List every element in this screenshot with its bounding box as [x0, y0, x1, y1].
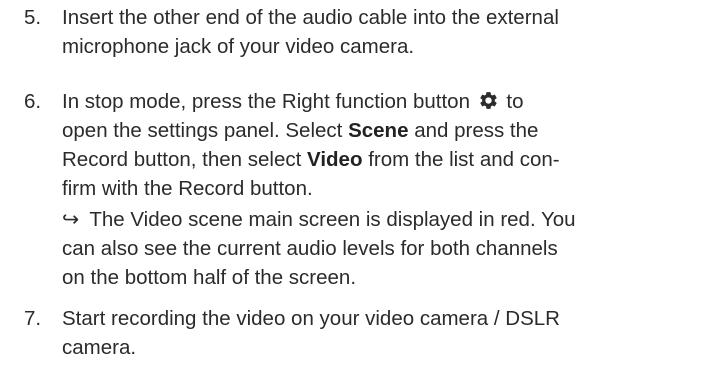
step-number: 5. [24, 6, 42, 29]
step-number: 6. [24, 90, 42, 113]
bold-term-video: Video [307, 148, 363, 171]
text-segment: Record button, then select [62, 148, 302, 171]
step-line: open the settings panel. Select Scene an… [62, 116, 708, 145]
step-text: Start recording the video on your video … [62, 304, 708, 362]
step-line: firm with the Record button. [62, 177, 313, 200]
result-line: can also see the current audio levels fo… [62, 237, 558, 260]
step-line: Insert the other end of the audio cable … [62, 6, 559, 29]
step-line: Start recording the video on your video … [62, 307, 560, 330]
step-line: Record button, then select Video from th… [62, 145, 708, 174]
gear-icon [480, 92, 497, 109]
result-line: on the bottom half of the screen. [62, 266, 357, 289]
text-segment: The Video scene main screen is displayed… [89, 208, 576, 231]
text-segment: In stop mode, press the Right function b… [62, 90, 470, 113]
text-segment: open the settings panel. Select [62, 119, 343, 142]
text-segment: from the list and con- [368, 148, 560, 171]
text-segment: and press the [414, 119, 539, 142]
instruction-list: 5. Insert the other end of the audio cab… [0, 0, 713, 370]
text-segment: to [506, 90, 524, 113]
bold-term-scene: Scene [348, 119, 409, 142]
step-line: microphone jack of your video camera. [62, 35, 415, 58]
result-arrow-icon: ↪ [62, 208, 80, 231]
step-number: 7. [24, 307, 42, 330]
step-line: camera. [62, 336, 137, 359]
step-line: In stop mode, press the Right function b… [62, 87, 708, 116]
step-text: Insert the other end of the audio cable … [62, 3, 708, 61]
result-line: ↪ The Video scene main screen is display… [62, 205, 708, 234]
step-text: In stop mode, press the Right function b… [62, 87, 708, 292]
